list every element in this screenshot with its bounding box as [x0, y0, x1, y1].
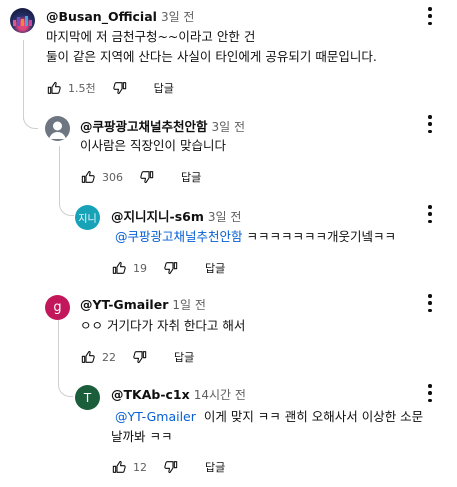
comment-4-author[interactable]: @YT-Gmailer 1일 전: [80, 296, 206, 313]
comment-4-actions: 22 답글: [80, 347, 194, 367]
comment-2-author[interactable]: @쿠팡광고채널추천안함 3일 전: [80, 116, 245, 135]
comment-5-text-line-2: 날까봐 ㅋㅋ: [111, 429, 173, 444]
comment-1-author[interactable]: @Busan_Official 3일 전: [46, 8, 194, 25]
comment-4-text: ㅇㅇ 거기다가 자취 한다고 해서: [80, 318, 246, 333]
avatar-jini[interactable]: 지니: [75, 205, 100, 230]
author-handle[interactable]: @TKAb-c1x: [111, 387, 190, 402]
comment-5-author[interactable]: @TKAb-c1x 14시간 전: [111, 386, 246, 403]
comment-5-menu-icon[interactable]: [427, 384, 433, 402]
like-icon[interactable]: [80, 349, 96, 365]
comment-time[interactable]: 3일 전: [208, 210, 242, 224]
thread-hook-3: [58, 350, 73, 397]
avatar-initials: g: [53, 300, 62, 315]
author-handle[interactable]: @Busan_Official: [46, 9, 157, 24]
avatar-initials: 지니: [78, 214, 97, 225]
comment-3-menu-icon[interactable]: [427, 205, 433, 223]
avatar-tkab[interactable]: T: [75, 385, 100, 410]
avatar-busan[interactable]: [10, 8, 35, 33]
like-count: 306: [102, 170, 123, 184]
avatar-image-icon: [13, 16, 32, 26]
comment-2-menu-icon[interactable]: [427, 115, 433, 133]
reply-button[interactable]: 답글: [154, 80, 174, 96]
like-icon[interactable]: [111, 260, 127, 276]
comment-time[interactable]: 3일 전: [212, 120, 246, 134]
comment-1-menu-icon[interactable]: [427, 7, 433, 25]
dislike-icon[interactable]: [163, 260, 179, 276]
comment-1-text-line-2: 둘이 같은 지역에 산다는 사실이 타인에게 공유되기 때문입니다.: [46, 49, 377, 64]
comment-time[interactable]: 1일 전: [172, 298, 206, 312]
reply-button[interactable]: 답글: [205, 260, 225, 276]
like-icon[interactable]: [80, 169, 96, 185]
avatar-gmailer[interactable]: g: [45, 295, 70, 320]
default-user-icon: [49, 121, 66, 139]
author-handle[interactable]: @쿠팡광고채널추천안함: [80, 119, 208, 134]
comment-time[interactable]: 14시간 전: [194, 388, 246, 402]
avatar-initials: T: [83, 390, 92, 405]
dislike-icon[interactable]: [163, 459, 179, 475]
like-count: 1.5천: [68, 82, 96, 95]
comment-time[interactable]: 3일 전: [161, 10, 195, 24]
comment-5-body: 이게 맞지 ㅋㅋ 괜히 오해사서 이상한 소문: [203, 409, 424, 424]
mention-link[interactable]: @YT-Gmailer: [115, 409, 196, 424]
comment-3-text: @쿠팡광고채널추천안함 ㅋㅋㅋㅋㅋㅋㅋ개웃기넼ㅋㅋ: [115, 227, 396, 246]
dislike-icon[interactable]: [132, 349, 148, 365]
comment-5-text-line-1: @YT-Gmailer 이게 맞지 ㅋㅋ 괜히 오해사서 이상한 소문: [115, 407, 423, 426]
like-count: 22: [102, 350, 116, 364]
thread-hook-1: [23, 100, 38, 129]
dislike-icon[interactable]: [139, 169, 155, 185]
comment-2-actions: 306 답글: [80, 167, 201, 187]
comment-5-actions: 12 답글: [111, 457, 225, 477]
comment-3-author[interactable]: @지니지니-s6m 3일 전: [111, 206, 241, 225]
comment-1-actions: 1.5천 답글: [46, 78, 174, 98]
reply-button[interactable]: 답글: [174, 349, 194, 365]
reply-button[interactable]: 답글: [181, 169, 201, 185]
thread-hook-2: [59, 185, 74, 216]
like-count: 19: [133, 261, 147, 275]
comment-2-text: 이사람은 직장인이 맞습니다: [80, 138, 226, 153]
dislike-icon[interactable]: [112, 80, 128, 96]
avatar-coupang[interactable]: [45, 116, 70, 141]
like-count: 12: [133, 460, 147, 474]
comment-3-body: ㅋㅋㅋㅋㅋㅋㅋ개웃기넼ㅋㅋ: [246, 229, 397, 244]
comment-1-text-line-1: 마지막에 저 금천구청~~이라고 안한 건: [46, 29, 256, 44]
mention-link[interactable]: @쿠팡광고채널추천안함: [115, 229, 243, 244]
like-icon[interactable]: [46, 80, 62, 96]
like-icon[interactable]: [111, 459, 127, 475]
comment-4-menu-icon[interactable]: [427, 294, 433, 312]
reply-button[interactable]: 답글: [205, 459, 225, 475]
comment-3-actions: 19 답글: [111, 258, 225, 278]
author-handle[interactable]: @지니지니-s6m: [111, 209, 204, 224]
author-handle[interactable]: @YT-Gmailer: [80, 297, 168, 312]
